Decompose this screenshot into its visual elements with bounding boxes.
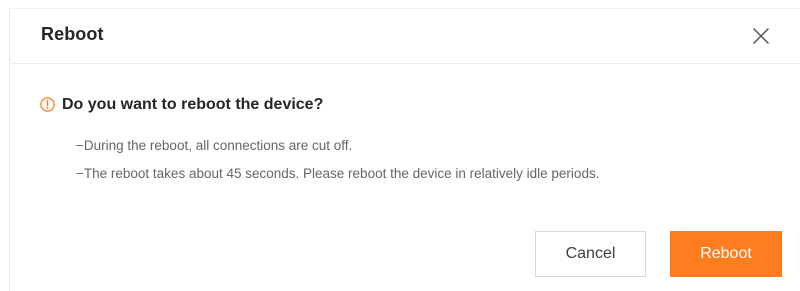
cancel-button[interactable]: Cancel xyxy=(535,231,646,277)
note-connections: −During the reboot, all connections are … xyxy=(76,138,353,153)
reboot-button[interactable]: Reboot xyxy=(670,231,782,277)
confirmation-question: Do you want to reboot the device? xyxy=(62,96,324,113)
reboot-dialog: Reboot Do you want to reboot the device?… xyxy=(9,8,800,291)
dialog-header: Reboot xyxy=(10,9,800,64)
dialog-title: Reboot xyxy=(41,24,104,44)
close-icon xyxy=(753,28,769,44)
close-button[interactable] xyxy=(751,26,771,46)
exclamation-circle-icon xyxy=(40,97,55,112)
note-duration: −The reboot takes about 45 seconds. Plea… xyxy=(76,166,600,181)
